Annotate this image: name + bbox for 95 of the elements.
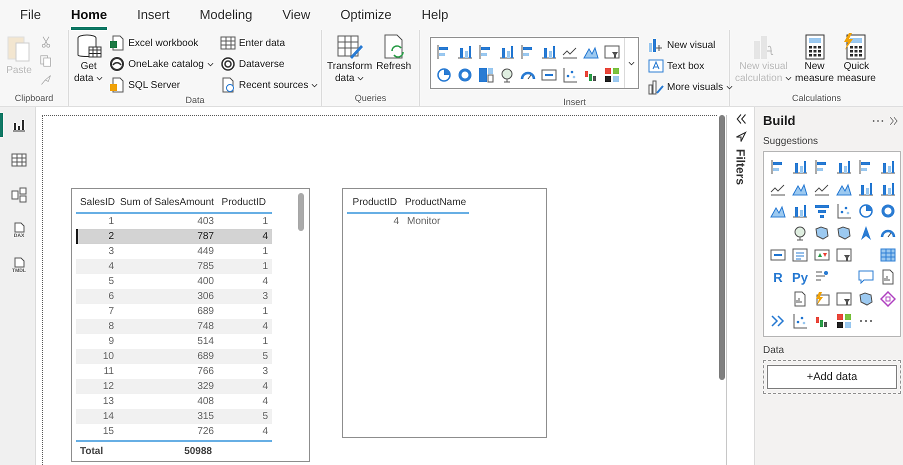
table-cell-text: 13 bbox=[102, 396, 115, 407]
table-row[interactable]: 2 787 4 bbox=[76, 229, 272, 244]
total-value: 50988 bbox=[183, 446, 213, 456]
table-cell-text: 1 bbox=[107, 216, 115, 227]
table-cell-text: 689 bbox=[196, 306, 215, 317]
group-label: Insert bbox=[563, 97, 586, 109]
group-label: Queries bbox=[354, 93, 386, 105]
table-cell-text: 4 bbox=[261, 396, 269, 407]
table-cell-text: 15 bbox=[102, 426, 115, 437]
table-cell-text: 689 bbox=[196, 351, 215, 362]
table-cell-text: 748 bbox=[196, 321, 215, 332]
menu-tab[interactable]: Insert bbox=[137, 0, 170, 30]
group-label: Calculations bbox=[792, 93, 842, 105]
table-cell-text: 4 bbox=[261, 426, 269, 437]
ribbon-button[interactable]: SQL Server bbox=[108, 75, 215, 95]
table-cell-text: 766 bbox=[196, 366, 215, 377]
table-cell-text: 4 bbox=[261, 276, 269, 287]
table-cell-text: 5 bbox=[107, 276, 115, 287]
table-cell-text: 1 bbox=[261, 261, 269, 272]
table-cell-text: 514 bbox=[196, 336, 215, 347]
column-header[interactable]: Sum of SalesAmount bbox=[116, 197, 216, 208]
table-cell-text: 403 bbox=[196, 216, 215, 227]
ribbon-button[interactable]: Enter data bbox=[218, 33, 320, 53]
table-cell-text: 12 bbox=[102, 381, 115, 392]
table-cell-text: 5 bbox=[261, 411, 269, 422]
add-data-button[interactable]: +Add data bbox=[767, 365, 897, 389]
table-cell-text: 10 bbox=[102, 351, 115, 362]
table-cell-text: 726 bbox=[196, 426, 215, 437]
table-cell-text: 1 bbox=[261, 246, 269, 257]
table-cell-text: 400 bbox=[196, 276, 215, 287]
column-header[interactable]: ProductName bbox=[401, 197, 467, 208]
table-cell-text: 3 bbox=[107, 246, 115, 257]
menu-tab[interactable]: Optimize bbox=[340, 0, 392, 30]
table-cell-text: 2 bbox=[107, 231, 115, 242]
table-cell-text: 449 bbox=[196, 246, 215, 257]
column-header[interactable]: SalesID bbox=[76, 197, 116, 208]
menu-tab[interactable]: Help bbox=[422, 0, 448, 30]
column-header[interactable]: ProductID bbox=[216, 197, 270, 208]
table-cell-text: 1 bbox=[261, 216, 269, 227]
script-visual-icon[interactable]: R bbox=[773, 270, 783, 284]
script-visual-icon[interactable]: Py bbox=[792, 270, 808, 284]
ribbon-button[interactable]: Transform data bbox=[326, 33, 374, 85]
ribbon-button[interactable]: New measure bbox=[794, 33, 835, 85]
filters-label[interactable]: Filters bbox=[734, 149, 748, 186]
ribbon-button[interactable]: Recent sources bbox=[218, 75, 320, 95]
table-row[interactable]: 14 315 5 bbox=[76, 409, 272, 424]
menu-tab[interactable]: File bbox=[20, 0, 41, 30]
ribbon-button[interactable]: Quick measure bbox=[836, 33, 877, 85]
ribbon-button[interactable]: Dataverse bbox=[218, 54, 320, 74]
table-row[interactable]: 6 306 3 bbox=[76, 289, 272, 304]
table-row[interactable]: 12 329 4 bbox=[76, 379, 272, 394]
table-row[interactable]: 8 748 4 bbox=[76, 319, 272, 334]
group-label: Data bbox=[185, 95, 204, 107]
menu-tab[interactable]: View bbox=[282, 0, 310, 30]
table-cell-text: 4 bbox=[261, 321, 269, 332]
group-label: Clipboard bbox=[14, 93, 54, 105]
table-cell-text: 315 bbox=[196, 411, 215, 422]
total-label: Total bbox=[79, 446, 104, 456]
section-label: Suggestions bbox=[763, 136, 820, 147]
table-cell-text: 6 bbox=[107, 291, 115, 302]
table-cell-text: 4 bbox=[392, 216, 400, 227]
table-cell-text: 3 bbox=[261, 366, 269, 377]
table-cell-text: 14 bbox=[102, 411, 115, 422]
section-label: Data bbox=[763, 345, 786, 356]
table-cell-text: 787 bbox=[196, 231, 215, 242]
ribbon-button[interactable]: OneLake catalog bbox=[108, 54, 215, 74]
table-cell-text: 306 bbox=[196, 291, 215, 302]
table-cell-text: 1 bbox=[261, 306, 269, 317]
table-cell-text: 329 bbox=[196, 381, 215, 392]
table-visual[interactable]: ProductID ProductName 4 Monitor bbox=[342, 188, 547, 438]
table-cell-text: 785 bbox=[196, 261, 215, 272]
table-cell-text: 4 bbox=[107, 261, 115, 272]
ribbon-button[interactable]: More visuals bbox=[647, 77, 734, 97]
table-cell-text: 408 bbox=[196, 396, 215, 407]
pane-title: Build bbox=[763, 113, 796, 128]
ribbon-button[interactable]: Get data bbox=[73, 33, 104, 85]
table-cell-text: 9 bbox=[107, 336, 115, 347]
table-visual[interactable]: SalesID Sum of SalesAmount ProductID 1 403 1 2 787 4 3 449 1 4 785 1 5 400 4 6 306 3 7 689 1 8 748 4 9 514 1 10 689 5 11 766 3 12 329 4 13 408 4 14 315 5 15 726 4 Total 50988 bbox=[71, 188, 310, 462]
table-cell-text: 4 bbox=[261, 381, 269, 392]
ribbon-button[interactable]: Excel workbook bbox=[108, 33, 215, 53]
table-row[interactable]: 10 689 5 bbox=[76, 349, 272, 364]
ribbon-button[interactable]: New visual bbox=[647, 35, 734, 55]
ribbon-button[interactable]: Text box bbox=[647, 56, 734, 76]
table-cell-text: Monitor bbox=[406, 216, 442, 227]
table-cell-text: 4 bbox=[261, 231, 269, 242]
ribbon-button[interactable]: Refresh bbox=[375, 33, 412, 73]
table-cell-text: 3 bbox=[261, 291, 269, 302]
column-header[interactable]: ProductID bbox=[347, 197, 401, 208]
table-cell-text: 5 bbox=[261, 351, 269, 362]
table-row[interactable]: 4 785 1 bbox=[76, 259, 272, 274]
table-cell-text: 7 bbox=[107, 306, 115, 317]
table-cell-text: 11 bbox=[102, 366, 115, 377]
table-cell-text: 1 bbox=[261, 336, 269, 347]
table-cell-text: 8 bbox=[107, 321, 115, 332]
menu-tab[interactable]: Modeling bbox=[200, 0, 252, 30]
